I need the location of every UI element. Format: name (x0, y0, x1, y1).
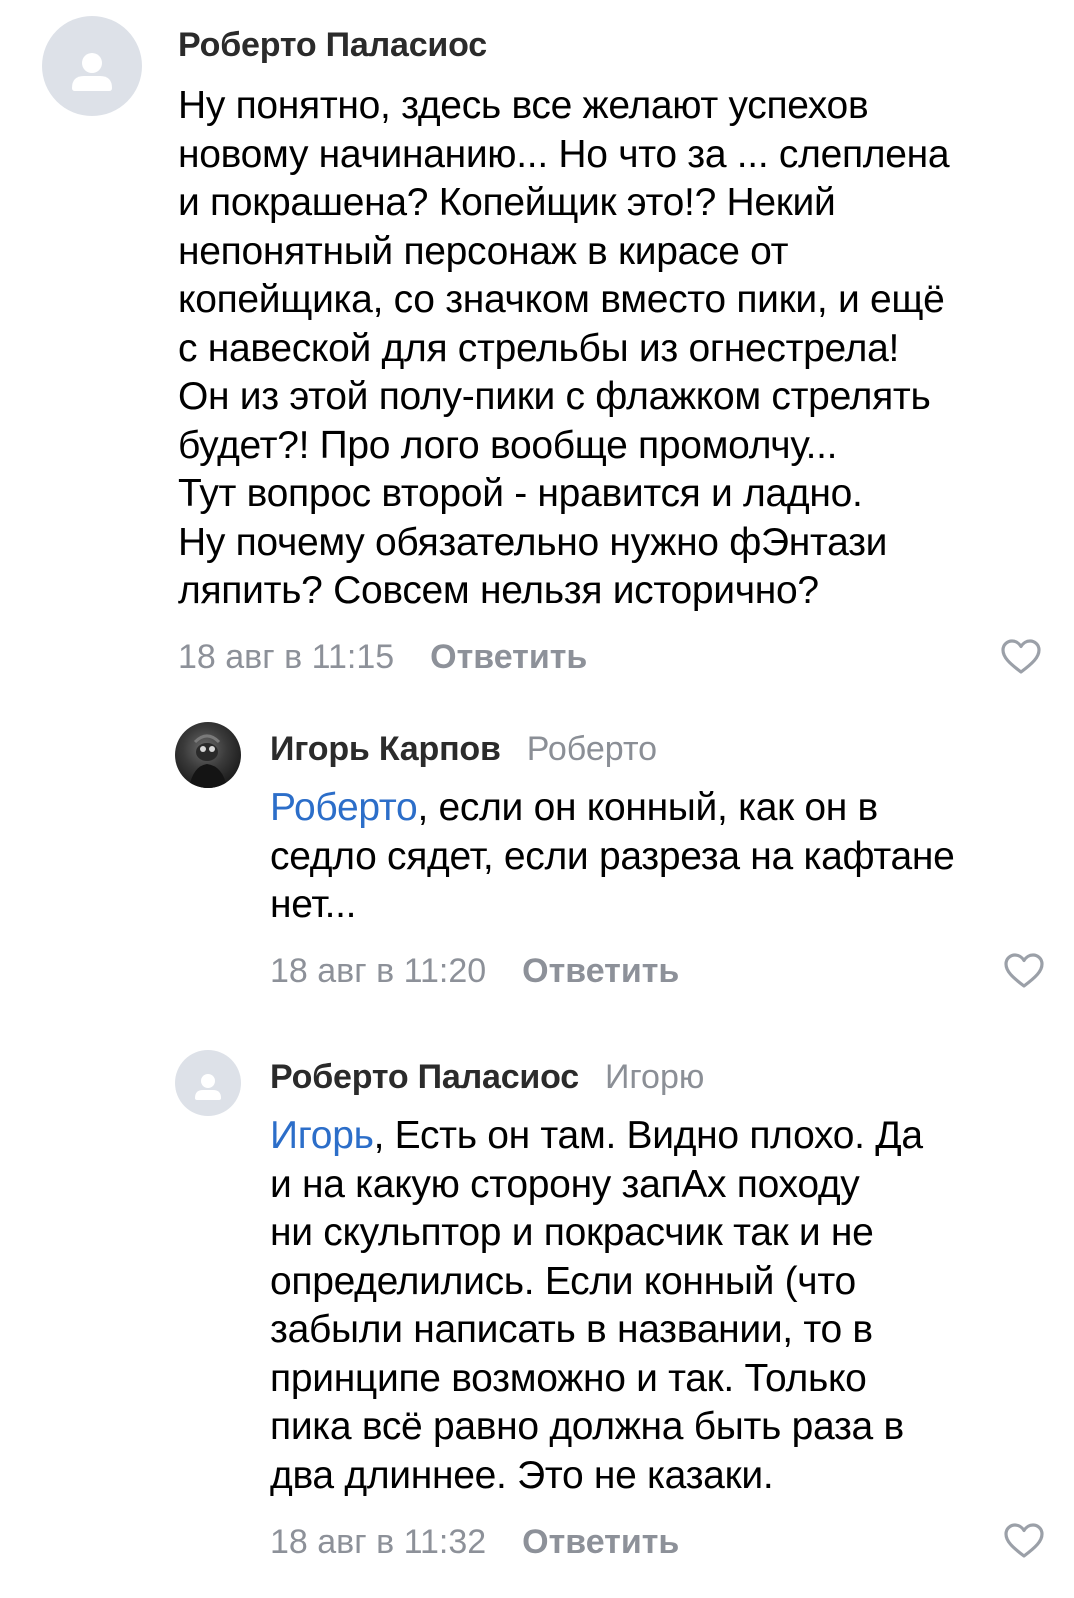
comment-text-content: , Есть он там. Видно плохо. Да и на каку… (270, 1114, 923, 1497)
comment-meta: 18 авг в 11:15 Ответить (178, 630, 1042, 686)
heart-outline-icon[interactable] (1003, 952, 1045, 990)
comment-body: Роберто Паласиос Ну понятно, здесь все ж… (178, 16, 1042, 686)
reply-comment: Роберто Паласиос Игорю Игорь, Есть он та… (175, 1050, 1045, 1570)
reply-button[interactable]: Ответить (430, 638, 587, 677)
reply-button[interactable]: Ответить (522, 1523, 679, 1562)
comment-header: Игорь Карпов Роберто (270, 722, 1045, 784)
comment-body: Игорь Карпов Роберто Роберто, если он ко… (270, 722, 1045, 1000)
comment-meta: 18 авг в 11:32 Ответить (270, 1514, 1045, 1570)
comment: Роберто Паласиос Ну понятно, здесь все ж… (42, 16, 1042, 686)
avatar[interactable] (42, 16, 142, 116)
avatar[interactable] (175, 722, 241, 788)
comment-text: Роберто, если он конный, как он в седло … (270, 784, 1045, 930)
comment-time[interactable]: 18 авг в 11:15 (178, 638, 394, 677)
heart-outline-icon[interactable] (1000, 638, 1042, 676)
comment-header: Роберто Паласиос Игорю (270, 1050, 1045, 1112)
comment-header: Роберто Паласиос (178, 16, 1042, 82)
avatar[interactable] (175, 1050, 241, 1116)
comment-meta: 18 авг в 11:20 Ответить (270, 944, 1045, 1000)
author-name[interactable]: Роберто Паласиос (270, 1058, 579, 1097)
comment-text: Ну понятно, здесь все желают успехов нов… (178, 84, 950, 612)
comment-text: Игорь, Есть он там. Видно плохо. Да и на… (270, 1112, 1045, 1500)
user-silhouette-icon (72, 53, 112, 91)
reply-button[interactable]: Ответить (522, 952, 679, 991)
reply-to-name[interactable]: Игорю (605, 1058, 704, 1097)
mention-link[interactable]: Игорь (270, 1114, 374, 1157)
comment-time[interactable]: 18 авг в 11:32 (270, 1523, 486, 1562)
comment-body: Роберто Паласиос Игорю Игорь, Есть он та… (270, 1050, 1045, 1570)
reply-to-name[interactable]: Роберто (527, 730, 657, 769)
reply-comment: Игорь Карпов Роберто Роберто, если он ко… (175, 722, 1045, 1000)
comment-time[interactable]: 18 авг в 11:20 (270, 952, 486, 991)
author-name[interactable]: Игорь Карпов (270, 730, 501, 769)
avatar-photo (189, 734, 227, 788)
mention-link[interactable]: Роберто (270, 786, 418, 829)
heart-outline-icon[interactable] (1003, 1522, 1045, 1560)
user-silhouette-icon (195, 1074, 221, 1100)
author-name[interactable]: Роберто Паласиос (178, 26, 487, 65)
